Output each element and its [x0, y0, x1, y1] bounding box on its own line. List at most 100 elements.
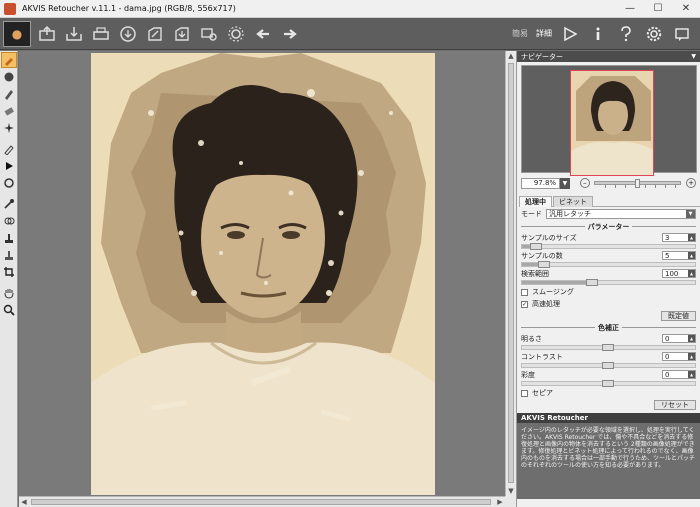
sample-size-field[interactable]: 3 ▲ [662, 233, 696, 242]
scroll-right-icon[interactable]: ▶ [495, 497, 505, 507]
horizontal-scroll-thumb[interactable] [31, 499, 491, 505]
help-icon[interactable] [616, 24, 636, 44]
redo-icon[interactable] [279, 23, 301, 45]
slider-knob[interactable] [538, 261, 550, 268]
eraser-brush-tool[interactable] [1, 141, 17, 157]
mode-select[interactable]: 汎用レタッチ ▼ [546, 209, 696, 219]
open-icon[interactable] [36, 23, 58, 45]
zoom-field[interactable]: 97.8% [521, 177, 561, 189]
search-range-slider[interactable] [521, 279, 696, 286]
zoom-out-icon[interactable]: – [579, 178, 590, 188]
share-icon[interactable] [117, 23, 139, 45]
sepia-box[interactable] [521, 389, 528, 397]
spinner-icon[interactable]: ▲ [688, 252, 695, 259]
help-text: イメージ内のレタッチが必要な領域を選択し、処理を実行してください。AKVIS R… [517, 423, 700, 499]
sample-count-param: サンプルの数 5 ▲ [517, 250, 700, 268]
undo-icon[interactable] [252, 23, 274, 45]
smudge-tool[interactable] [1, 175, 17, 191]
horizontal-scrollbar[interactable]: ◀ ▶ [19, 496, 505, 507]
zoom-tool[interactable] [1, 302, 17, 318]
slider-knob[interactable] [602, 362, 614, 369]
sample-size-slider[interactable] [521, 243, 696, 250]
tab-vignette[interactable]: ビネット [553, 196, 593, 207]
spinner-icon[interactable]: ▲ [688, 335, 695, 342]
zoom-dropdown-icon[interactable]: ▼ [560, 177, 570, 189]
eraser-tool[interactable] [1, 103, 17, 119]
collapse-icon[interactable]: ▼ [691, 53, 696, 60]
navigator-preview[interactable] [521, 65, 697, 176]
vertical-scroll-thumb[interactable] [508, 63, 514, 483]
chevron-down-icon[interactable]: ▼ [686, 210, 695, 218]
zoom-in-icon[interactable]: + [686, 178, 696, 188]
stamp-tool[interactable] [1, 230, 17, 246]
sample-count-label: サンプルの数 [521, 251, 563, 260]
scroll-left-icon[interactable]: ◀ [19, 497, 29, 507]
fast-processing-checkbox[interactable]: ✓ 高速処理 [517, 299, 700, 309]
slider-knob[interactable] [530, 243, 542, 250]
sample-count-slider[interactable] [521, 261, 696, 268]
brightness-field[interactable]: 0 ▲ [662, 334, 696, 343]
smoothing-box[interactable] [521, 288, 528, 296]
tab-processing[interactable]: 処理中 [519, 196, 552, 207]
info-icon[interactable] [588, 24, 608, 44]
run-tool[interactable] [1, 158, 17, 174]
contrast-slider[interactable] [521, 362, 696, 369]
vertical-scrollbar[interactable]: ▲ ▼ [505, 51, 516, 496]
ball-tool[interactable] [1, 69, 17, 85]
patch-tool[interactable] [1, 213, 17, 229]
title-bar: AKVIS Retoucher v.11.1 - dama.jpg (RGB/8… [0, 0, 700, 18]
mode-row: モード 汎用レタッチ ▼ [517, 208, 700, 220]
run-icon[interactable] [560, 24, 580, 44]
zoom-slider-knob[interactable] [634, 179, 640, 188]
mode-value: 汎用レタッチ [549, 210, 591, 218]
slider-knob[interactable] [602, 344, 614, 351]
save-strokes-icon[interactable] [171, 23, 193, 45]
hand-tool[interactable] [1, 285, 17, 301]
slider-knob[interactable] [586, 279, 598, 286]
magic-wand-tool[interactable] [1, 120, 17, 136]
print-icon[interactable] [90, 23, 112, 45]
preferences-icon[interactable] [225, 23, 247, 45]
mode-detail-button[interactable]: 詳細 [536, 28, 552, 39]
scroll-down-icon[interactable]: ▼ [506, 486, 516, 496]
image-canvas[interactable] [19, 51, 505, 496]
maximize-button[interactable]: ☐ [644, 0, 672, 18]
brush-tool[interactable] [1, 52, 17, 68]
fast-processing-box[interactable]: ✓ [521, 300, 528, 308]
mode-simple-button[interactable]: 簡易 [512, 28, 528, 39]
spinner-icon[interactable]: ▲ [688, 270, 695, 277]
save-icon[interactable] [63, 23, 85, 45]
scroll-up-icon[interactable]: ▲ [506, 51, 516, 61]
spinner-icon[interactable]: ▲ [688, 353, 695, 360]
clone-tool[interactable] [1, 196, 17, 212]
brightness-slider[interactable] [521, 344, 696, 351]
sepia-checkbox[interactable]: セピア [517, 388, 700, 398]
close-button[interactable]: ✕ [672, 0, 700, 18]
spinner-icon[interactable]: ▲ [688, 234, 695, 241]
navigator-thumbnail[interactable] [570, 70, 654, 176]
crop-tool[interactable] [1, 264, 17, 280]
toolbar-right: 簡易 詳細 [512, 24, 692, 44]
contrast-param: コントラスト 0 ▲ [517, 351, 700, 369]
contrast-field[interactable]: 0 ▲ [662, 352, 696, 361]
news-icon[interactable] [672, 24, 692, 44]
heal-stamp-tool[interactable] [1, 247, 17, 263]
slider-knob[interactable] [602, 380, 614, 387]
smoothing-checkbox[interactable]: スムージング [517, 287, 700, 297]
photo-image[interactable] [91, 53, 435, 495]
saturation-slider[interactable] [521, 380, 696, 387]
sample-size-value: 3 [665, 233, 670, 242]
search-range-field[interactable]: 100 ▲ [662, 269, 696, 278]
load-strokes-icon[interactable] [144, 23, 166, 45]
batch-icon[interactable] [198, 23, 220, 45]
minimize-button[interactable]: — [616, 0, 644, 18]
settings-icon[interactable] [644, 24, 664, 44]
settings-tabs: 処理中 ビネット [519, 196, 700, 207]
sample-count-field[interactable]: 5 ▲ [662, 251, 696, 260]
saturation-field[interactable]: 0 ▲ [662, 370, 696, 379]
zoom-slider[interactable] [593, 179, 682, 188]
spinner-icon[interactable]: ▲ [688, 371, 695, 378]
default-button[interactable]: 既定値 [661, 311, 696, 321]
marker-tool[interactable] [1, 86, 17, 102]
reset-button[interactable]: リセット [654, 400, 696, 410]
